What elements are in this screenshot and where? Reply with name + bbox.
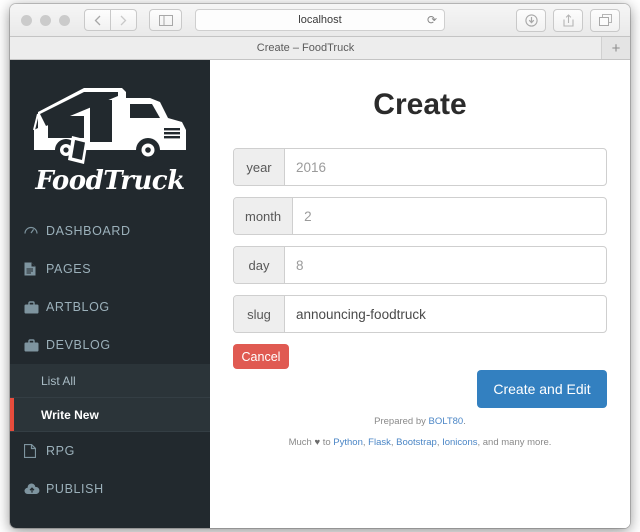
toolbar-right-buttons [516, 8, 620, 32]
create-post-form: year 2016 month 2 day 8 slug announcing-… [233, 148, 607, 454]
footer-link-bolt80[interactable]: BOLT80 [429, 416, 464, 427]
tab-title: Create – FoodTruck [256, 42, 355, 54]
sidebar-item-pages[interactable]: PAGES [10, 250, 210, 288]
footer-link-bootstrap[interactable]: Bootstrap [396, 437, 437, 448]
sidebar-toggle-button[interactable] [149, 9, 182, 31]
footer-period: . [463, 416, 466, 427]
field-year-label: year [234, 149, 285, 185]
address-text: localhost [298, 14, 342, 26]
field-slug-input[interactable]: announcing-foodtruck [285, 296, 606, 332]
sidebar-branding[interactable]: FoodTruck [10, 60, 210, 212]
sidebar-submenu-devblog: List All Write New [10, 364, 210, 432]
navigation-buttons [84, 9, 137, 31]
sidebar-item-label: PUBLISH [46, 482, 104, 496]
chevron-left-icon [94, 15, 101, 25]
download-icon [524, 13, 538, 27]
field-year[interactable]: year 2016 [233, 148, 607, 186]
field-day-input[interactable]: 8 [285, 247, 606, 283]
tab-create-foodtruck[interactable]: Create – FoodTruck [10, 37, 602, 59]
footer-line-2: Much ♥ to Python, Flask, Bootstrap, Ioni… [233, 433, 607, 454]
maximize-window-button[interactable] [59, 14, 70, 26]
main-content: Create year 2016 month 2 day 8 slug anno… [210, 60, 630, 528]
create-and-edit-button[interactable]: Create and Edit [477, 370, 607, 408]
sidebar-item-rpg[interactable]: RPG [10, 432, 210, 470]
footer-link-ionicons[interactable]: Ionicons [442, 437, 477, 448]
browser-window: localhost ⟳ Create – FoodTruck + FoodTru… [10, 4, 630, 528]
sidebar-item-artblog[interactable]: ARTBLOG [10, 288, 210, 326]
tabs-icon [598, 14, 612, 26]
page-title: Create [373, 88, 467, 121]
footer-link-flask[interactable]: Flask [368, 437, 391, 448]
browser-toolbar: localhost ⟳ [10, 4, 630, 37]
chevron-right-icon [120, 15, 127, 25]
downloads-button[interactable] [516, 8, 546, 32]
field-month-input[interactable]: 2 [293, 198, 606, 234]
field-slug[interactable]: slug announcing-foodtruck [233, 295, 607, 333]
reload-icon[interactable]: ⟳ [427, 14, 437, 26]
cancel-button[interactable]: Cancel [233, 344, 289, 369]
speedometer-icon [24, 224, 46, 238]
sidebar-item-label: DEVBLOG [46, 338, 111, 352]
footer-line-1: Prepared by BOLT80. [233, 412, 607, 433]
briefcase-icon [24, 300, 46, 314]
sidebar-item-label: ARTBLOG [46, 300, 110, 314]
sidebar-item-label: DASHBOARD [46, 224, 131, 238]
sidebar-item-label: PAGES [46, 262, 92, 276]
document-text-icon [24, 262, 46, 276]
document-outline-icon [24, 444, 46, 458]
sidebar-subitem-label: Write New [41, 407, 99, 422]
field-month[interactable]: month 2 [233, 197, 607, 235]
window-controls [10, 14, 70, 26]
footer-tail-text: , and many more. [477, 436, 552, 448]
sidebar-subitem-list-all[interactable]: List All [10, 364, 210, 397]
field-year-input[interactable]: 2016 [285, 149, 606, 185]
food-truck-logo [33, 88, 186, 164]
footer-link-python[interactable]: Python [333, 437, 363, 448]
close-window-button[interactable] [21, 14, 32, 26]
sidebar-item-dashboard[interactable]: DASHBOARD [10, 212, 210, 250]
tab-bar: Create – FoodTruck + [10, 37, 630, 60]
field-month-label: month [234, 198, 294, 234]
share-icon [562, 13, 574, 27]
page-footer: Prepared by BOLT80. Much ♥ to Python, Fl… [233, 412, 607, 454]
footer-much-text: Much [288, 436, 315, 448]
sidebar-subitem-label: List All [41, 373, 76, 388]
field-slug-label: slug [234, 296, 285, 332]
address-bar[interactable]: localhost ⟳ [195, 9, 445, 31]
back-button[interactable] [84, 9, 111, 31]
field-day[interactable]: day 8 [233, 246, 607, 284]
sidebar-item-publish[interactable]: PUBLISH [10, 470, 210, 508]
forward-button[interactable] [111, 9, 137, 31]
sidebar-subitem-write-new[interactable]: Write New [10, 397, 210, 432]
footer-prepared-by-text: Prepared by [374, 416, 429, 427]
field-day-label: day [234, 247, 285, 283]
sidebar-brand-text: FoodTruck [35, 166, 185, 196]
show-tabs-button[interactable] [590, 8, 620, 32]
minimize-window-button[interactable] [40, 14, 51, 26]
page-body: FoodTruck DASHBOARD PAGES ARTBLOG DEVBLO… [10, 60, 630, 528]
sidebar-item-label: RPG [46, 444, 75, 458]
briefcase-icon [24, 338, 46, 352]
sidebar-item-devblog[interactable]: DEVBLOG [10, 326, 210, 364]
app-sidebar: FoodTruck DASHBOARD PAGES ARTBLOG DEVBLO… [10, 60, 210, 528]
share-button[interactable] [553, 8, 583, 32]
footer-to-text: to [320, 436, 334, 448]
sidebar-icon [158, 14, 173, 26]
cloud-upload-icon [24, 483, 46, 495]
new-tab-button[interactable]: + [602, 37, 630, 59]
form-buttons: Cancel Create and Edit [233, 344, 607, 408]
